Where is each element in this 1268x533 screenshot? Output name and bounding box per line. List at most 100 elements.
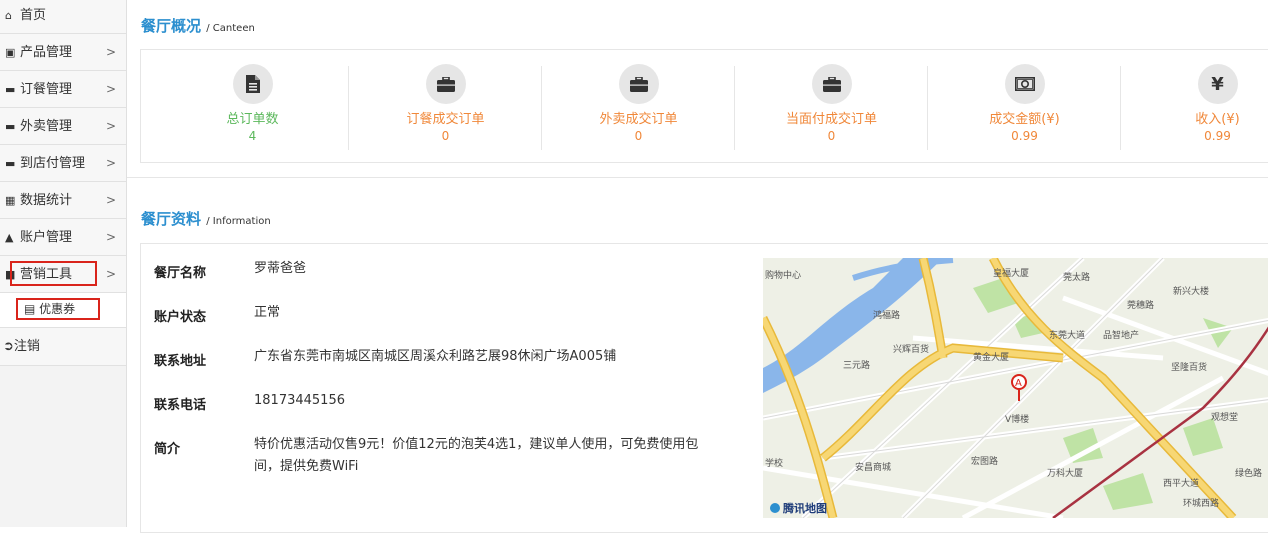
stat-label: 外卖成交订单 (599, 112, 678, 127)
map-label: 安昌商城 (855, 461, 891, 473)
sidebar-item-home[interactable]: ⌂ 首页 (0, 0, 126, 34)
file-icon: ▤ (24, 302, 36, 316)
sidebar-item-statistics[interactable]: ▦ 数据统计 > (0, 182, 126, 219)
chevron-right-icon: > (105, 230, 116, 244)
info-key: 简介 (154, 442, 181, 457)
sidebar-subitem-label: 优惠券 (39, 302, 76, 316)
stat-value: 4 (248, 129, 257, 143)
stat-value: 0.99 (1011, 129, 1038, 143)
stat-label: 收入(¥) (1195, 112, 1240, 127)
map-label: 环城西路 (1183, 497, 1219, 509)
user-icon: ▲ (5, 231, 14, 244)
section-divider (127, 177, 1268, 178)
map-label: 宏图路 (971, 455, 998, 467)
stat-facepay-orders: 当面付成交订单 0 (735, 64, 928, 150)
overview-subtitle: / Canteen (206, 23, 255, 34)
info-value: 罗蒂爸爸 (254, 261, 307, 276)
sidebar-item-label: 产品管理 (20, 45, 73, 60)
info-value: 广东省东莞市南城区南城区周溪众利路艺展98休闲广场A005铺 (254, 349, 617, 364)
signout-icon: ➲ (3, 339, 14, 354)
map-label: 坚隆百货 (1171, 361, 1207, 373)
map-label: 兴辉百货 (893, 343, 929, 355)
briefcase-icon: ▬ (5, 120, 16, 133)
map-logo: 腾讯地图 (783, 501, 827, 515)
stat-label: 订餐成交订单 (406, 112, 485, 127)
briefcase-icon: ▬ (5, 83, 16, 96)
map-label: 西平大道 (1163, 477, 1199, 489)
map-label: 万科大厦 (1047, 467, 1083, 479)
map-label: 皇福大厦 (993, 267, 1029, 279)
main-content: 餐厅概况 / Canteen 总订单数 4 订餐成交订单 0 外卖成交订单 0 (127, 0, 1268, 533)
briefcase-icon: ▬ (5, 157, 16, 170)
info-key: 账户状态 (154, 310, 207, 325)
sidebar-subitem-coupon[interactable]: ▤ 优惠券 (0, 293, 126, 328)
sidebar-item-label: 数据统计 (20, 193, 73, 208)
cart-icon: ▣ (5, 46, 16, 59)
stat-total-orders: 总订单数 4 (156, 64, 349, 150)
map-label: 观想堂 (1211, 411, 1238, 423)
stat-value: 0 (827, 129, 836, 143)
sidebar-item-label: 外卖管理 (20, 119, 73, 134)
sidebar-item-products[interactable]: ▣ 产品管理 > (0, 34, 126, 71)
stat-label: 成交金额(¥) (989, 112, 1060, 127)
sidebar: ⌂ 首页 ▣ 产品管理 > ▬ 订餐管理 > ▬ 外卖管理 > ▬ 到店付管理 > ▦ 数据… (0, 0, 127, 527)
info-key: 联系地址 (154, 354, 207, 369)
stat-deal-amount: 成交金额(¥) 0.99 (928, 64, 1121, 150)
map-label: 莞穗路 (1127, 299, 1154, 311)
map-label: 学校 (765, 457, 783, 469)
chevron-right-icon: > (105, 156, 116, 170)
stat-value: 0.99 (1204, 129, 1231, 143)
yen-icon: ¥ (1197, 64, 1238, 104)
sidebar-item-account[interactable]: ▲ 账户管理 > (0, 219, 126, 256)
sidebar-item-label: 到店付管理 (20, 156, 86, 171)
briefcase-icon (811, 64, 852, 104)
sidebar-item-takeout[interactable]: ▬ 外卖管理 > (0, 108, 126, 145)
briefcase-icon (618, 64, 659, 104)
map-marker-label: A (1015, 378, 1022, 389)
map-label: V博楼 (1005, 413, 1029, 425)
highlight-box: ▤ 优惠券 (16, 298, 100, 320)
stat-label: 总订单数 (226, 112, 279, 127)
info-key: 联系电话 (154, 398, 207, 413)
stat-value: 0 (634, 129, 643, 143)
file-icon (232, 64, 273, 104)
info-subtitle: / Information (206, 216, 271, 227)
location-map[interactable]: A 皇福大厦 莞太路 新兴大楼 品智地产 黄金大厦 兴辉百货 坚隆百货 V博楼 … (763, 258, 1268, 518)
map-label: 三元路 (843, 359, 870, 371)
chevron-right-icon: > (105, 193, 116, 207)
stat-income: ¥ 收入(¥) 0.99 (1121, 64, 1268, 150)
chevron-right-icon: > (105, 119, 116, 133)
sidebar-item-orders[interactable]: ▬ 订餐管理 > (0, 71, 126, 108)
map-label: 鸿福路 (873, 309, 900, 321)
overview-title-text: 餐厅概况 (141, 17, 202, 35)
home-icon: ⌂ (5, 9, 12, 22)
sidebar-item-label: 订餐管理 (20, 82, 73, 97)
info-title-text: 餐厅资料 (141, 210, 202, 228)
map-graphic: A 皇福大厦 莞太路 新兴大楼 品智地产 黄金大厦 兴辉百货 坚隆百货 V博楼 … (763, 258, 1268, 518)
chevron-right-icon: > (105, 82, 116, 96)
chevron-right-icon: > (105, 267, 116, 281)
sidebar-item-label: 注销 (13, 339, 40, 354)
highlight-box (10, 261, 97, 286)
info-value: 18173445156 (254, 393, 345, 408)
map-label: 新兴大楼 (1173, 285, 1209, 297)
sidebar-item-logout[interactable]: ➲注销 (0, 328, 126, 366)
map-label: 品智地产 (1103, 329, 1139, 341)
info-panel: 餐厅名称 罗蒂爸爸 账户状态 正常 联系地址 广东省东莞市南城区南城区周溪众利路… (140, 243, 1268, 533)
sidebar-item-instore-pay[interactable]: ▬ 到店付管理 > (0, 145, 126, 182)
overview-panel: 总订单数 4 订餐成交订单 0 外卖成交订单 0 当面付成交订单 0 成交金额(… (140, 49, 1268, 163)
sidebar-item-label: 账户管理 (20, 230, 73, 245)
sidebar-item-label: 首页 (20, 8, 47, 23)
stat-takeout-orders: 外卖成交订单 0 (542, 64, 735, 150)
stat-booking-orders: 订餐成交订单 0 (349, 64, 542, 150)
map-label: 购物中心 (765, 269, 801, 281)
chevron-right-icon: > (105, 45, 116, 59)
stat-label: 当面付成交订单 (785, 112, 877, 127)
sidebar-item-marketing[interactable]: ■ 营销工具 > (0, 256, 126, 293)
table-icon: ▦ (5, 194, 16, 207)
overview-title: 餐厅概况 / Canteen (141, 15, 255, 36)
map-label: 黄金大厦 (973, 351, 1009, 363)
map-label: 绿色路 (1235, 467, 1262, 479)
info-value: 正常 (254, 305, 281, 320)
info-key: 餐厅名称 (154, 266, 207, 281)
